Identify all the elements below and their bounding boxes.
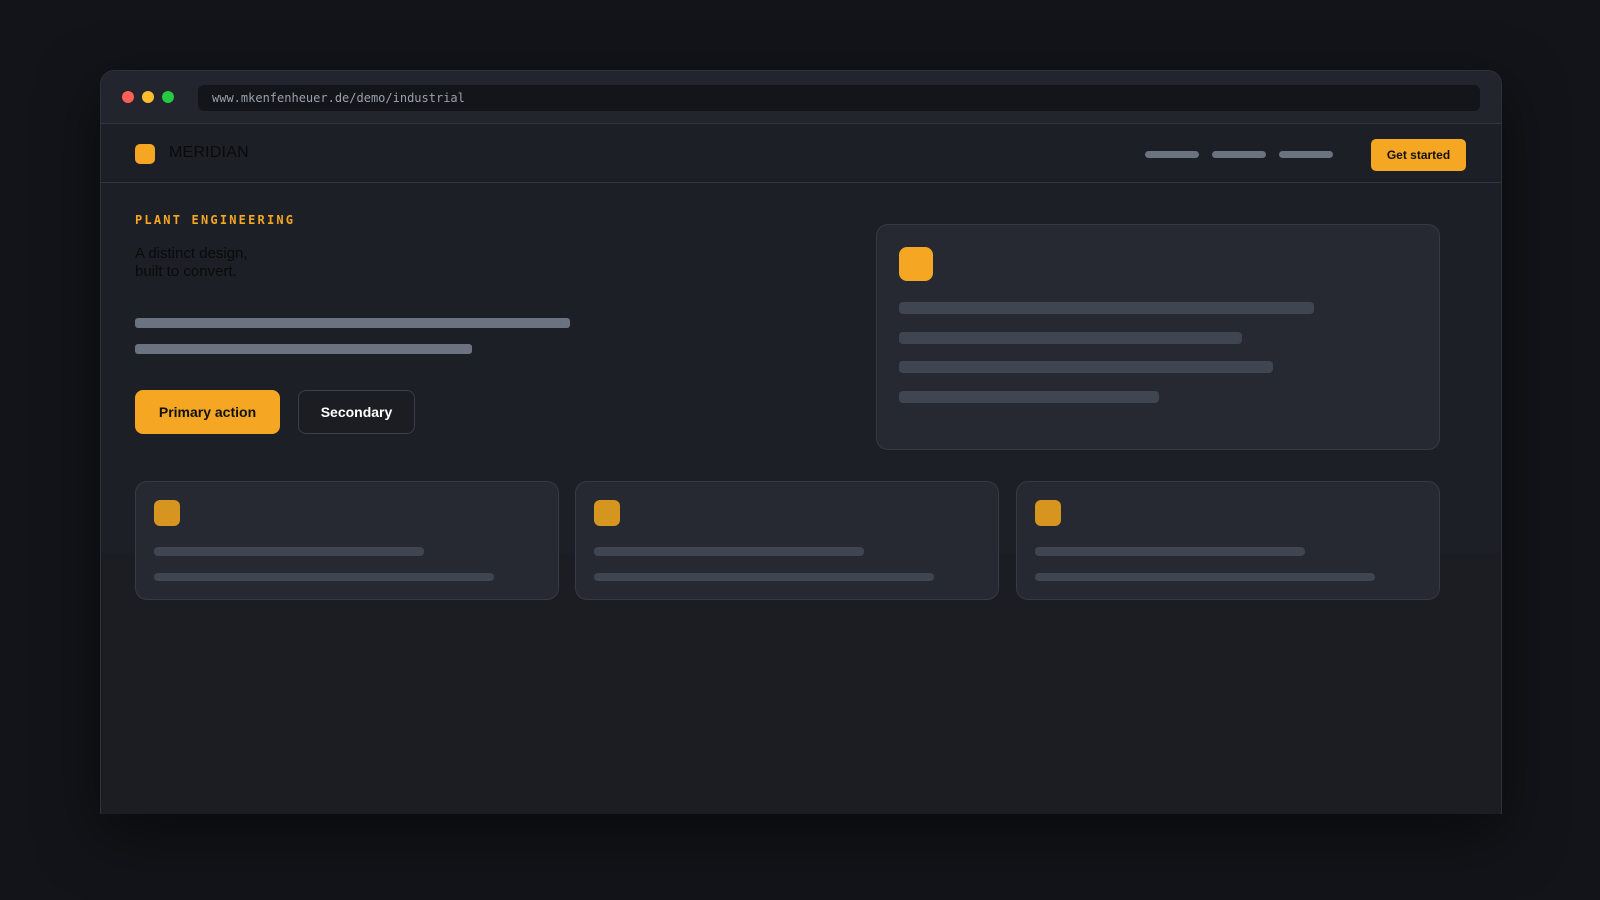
feature-text-placeholder — [1035, 547, 1305, 556]
feature-text-placeholder — [594, 547, 864, 556]
hero-headline-line-1: A distinct design, — [135, 245, 248, 262]
hero-text-placeholder-1 — [135, 318, 570, 328]
feature-icon — [1035, 500, 1061, 526]
feature-text-placeholder — [1035, 573, 1375, 581]
site-navbar: MERIDIAN Get started — [101, 124, 1501, 183]
feature-text-placeholder — [154, 547, 424, 556]
feature-card-1 — [135, 481, 559, 600]
feature-icon — [154, 500, 180, 526]
brand-name[interactable]: MERIDIAN — [169, 144, 249, 162]
maximize-window-button[interactable] — [162, 91, 174, 103]
feature-text-placeholder — [154, 573, 494, 581]
card-text-placeholder — [899, 302, 1314, 314]
hero-text-placeholder-2 — [135, 344, 472, 354]
hero-headline: A distinct design, built to convert. — [135, 245, 535, 281]
nav-link-placeholder-2[interactable] — [1212, 151, 1266, 158]
browser-titlebar: www.mkenfenheuer.de/demo/industrial — [101, 71, 1501, 124]
close-window-button[interactable] — [122, 91, 134, 103]
logo-icon — [135, 144, 155, 164]
address-bar[interactable]: www.mkenfenheuer.de/demo/industrial — [198, 85, 1480, 111]
hero-eyebrow: PLANT ENGINEERING — [135, 213, 296, 227]
hero-headline-line-2: built to convert. — [135, 263, 237, 280]
browser-window: www.mkenfenheuer.de/demo/industrial MERI… — [100, 70, 1502, 814]
card-text-placeholder — [899, 361, 1273, 373]
nav-link-placeholder-1[interactable] — [1145, 151, 1199, 158]
hero-preview-card — [876, 224, 1440, 450]
card-text-placeholder — [899, 332, 1242, 344]
feature-icon — [594, 500, 620, 526]
get-started-button[interactable]: Get started — [1371, 139, 1466, 171]
card-icon — [899, 247, 933, 281]
nav-link-placeholder-3[interactable] — [1279, 151, 1333, 158]
minimize-window-button[interactable] — [142, 91, 154, 103]
feature-text-placeholder — [594, 573, 934, 581]
secondary-button[interactable]: Secondary — [298, 390, 415, 434]
feature-card-3 — [1016, 481, 1440, 600]
primary-action-button[interactable]: Primary action — [135, 390, 280, 434]
feature-card-2 — [575, 481, 999, 600]
card-text-placeholder — [899, 391, 1159, 403]
